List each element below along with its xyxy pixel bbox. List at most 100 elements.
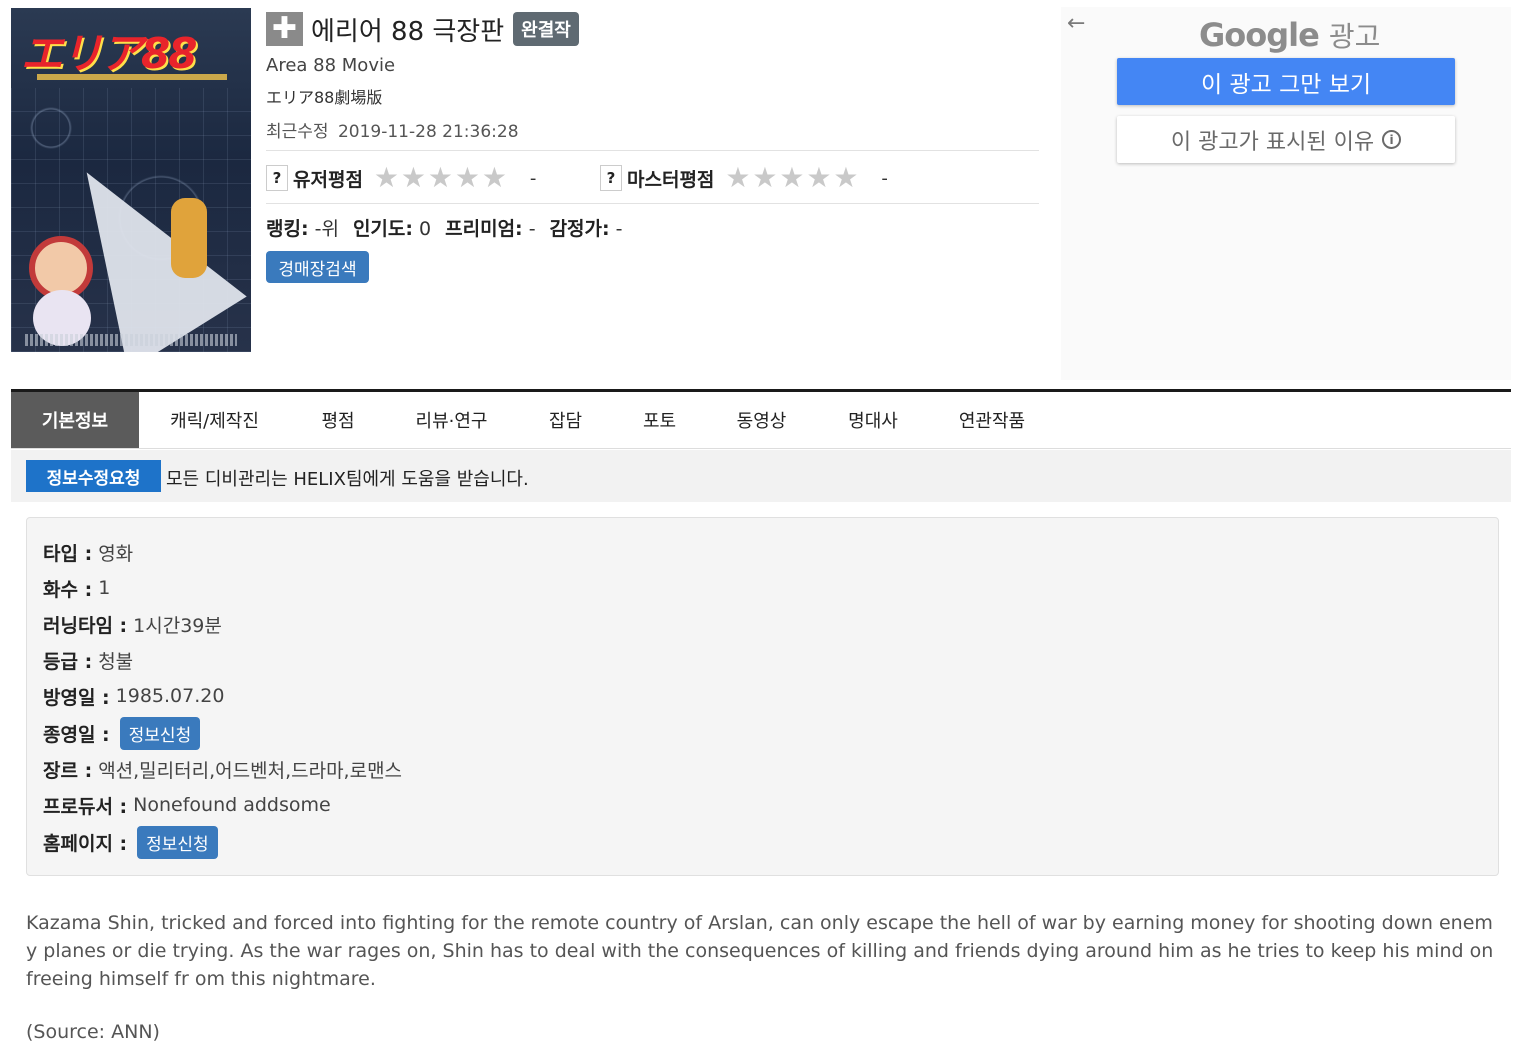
ad-panel: ← Google 광고 이 광고 그만 보기 이 광고가 표시된 이유 i [1061,7,1511,380]
popularity-stat: 인기도: 0 [353,214,431,241]
info-row-producer: 프로듀서 : Nonefound addsome [43,789,331,821]
producer-label: 프로듀서 : [43,795,128,818]
divider [266,150,1039,151]
ended-info-request-button[interactable]: 정보신청 [119,716,201,750]
tab-bar: 기본정보 캐릭/제작진 평점 리뷰·연구 잡담 포토 동영상 명대사 연관작품 [11,392,1511,449]
poster-credits [25,334,237,346]
master-rating-help-button[interactable]: ? [600,165,622,191]
info-row-genre: 장르 : 액션,밀리터리,어드벤처,드라마,로맨스 [43,753,402,785]
appraisal-value: - [615,218,623,240]
info-row-homepage: 홈페이지 : 정보신청 [43,825,218,859]
premium-value: - [528,218,536,240]
info-panel: 타입 : 영화 화수 :1 러닝타임 :1시간39분 등급 : 청불 방영일 :19… [26,517,1499,876]
add-favorite-button[interactable]: ✚ [266,12,303,46]
master-rating-value: - [881,167,888,189]
tab-reviews[interactable]: 리뷰·연구 [386,392,517,448]
synopsis-source: (Source: ANN) [26,1021,160,1043]
type-label: 타입 : [43,542,93,565]
appraisal-label: 감정가: [549,218,610,240]
poster-logo: エリア88 [21,29,197,78]
edit-request-button[interactable]: 정보수정요청 [26,460,161,492]
why-this-ad-button[interactable]: 이 광고가 표시된 이유 i [1117,116,1455,163]
aired-value: 1985.07.20 [115,685,225,707]
master-rating-stars: ★ ★ ★ ★ ★ [724,164,859,192]
auction-search-button[interactable]: 경매장검색 [266,251,369,283]
homepage-info-request-button[interactable]: 정보신청 [137,825,218,859]
info-icon: i [1382,130,1402,149]
type-value: 영화 [98,542,134,565]
back-arrow-icon[interactable]: ← [1067,11,1085,36]
tab-videos[interactable]: 동영상 [705,392,818,448]
tab-related-works[interactable]: 연관작품 [928,392,1056,448]
tab-characters-staff[interactable]: 캐릭/제작진 [139,392,290,448]
tab-ratings[interactable]: 평점 [290,392,386,448]
episodes-label: 화수 : [43,578,93,601]
user-rating-label: 유저평점 [293,168,363,191]
star-icon: ★ [454,161,480,194]
info-row-type: 타입 : 영화 [43,536,133,568]
star-icon: ★ [779,161,805,194]
star-icon: ★ [373,161,399,194]
divider [266,203,1039,204]
poster-image[interactable]: エリア88 [11,8,251,352]
genre-value: 액션,밀리터리,어드벤처,드라마,로맨스 [98,759,403,782]
notice-bar: 정보수정요청 모든 디비관리는 HELIX팀에게 도움을 받습니다. [11,450,1511,502]
user-rating-stars[interactable]: ★ ★ ★ ★ ★ [373,164,508,192]
aired-label: 방영일 : [43,686,110,709]
why-this-ad-label: 이 광고가 표시된 이유 [1170,129,1375,155]
star-icon: ★ [833,161,859,194]
status-badge: 완결작 [513,12,579,46]
ad-brand: Google 광고 [1199,15,1380,55]
alternate-title: Area 88 Movie [266,55,396,76]
title-row: ✚ 에리어 88 극장판 완결작 [266,10,579,48]
episodes-value: 1 [98,577,111,599]
poster-subtitle-strip [37,74,227,80]
ranking-value: -위 [314,218,339,240]
user-rating-help-button[interactable]: ? [266,165,288,191]
tab-chat[interactable]: 잡담 [517,392,614,448]
star-icon: ★ [481,161,507,194]
stats-row: 랭킹: -위 인기도: 0 프리미엄: - 감정가: - [266,214,623,241]
runtime-label: 러닝타임 : [43,614,128,637]
star-icon: ★ [427,161,453,194]
info-row-rating: 등급 : 청불 [43,644,133,676]
ranking-label: 랭킹: [266,218,309,240]
age-rating-value: 청불 [98,650,134,673]
ended-label: 종영일 : [43,723,110,746]
popularity-value: 0 [419,218,432,240]
last-updated-label: 최근수정 [266,122,329,142]
age-rating-label: 등급 : [43,650,93,673]
appraisal-stat: 감정가: - [550,214,623,241]
info-row-ended: 종영일 : 정보신청 [43,716,201,750]
synopsis: Kazama Shin, tricked and forced into fig… [26,912,1494,990]
homepage-label: 홈페이지 : [43,832,128,855]
notice-text: 모든 디비관리는 HELIX팀에게 도움을 받습니다. [166,469,529,490]
info-row-episodes: 화수 :1 [43,572,110,604]
tab-basic-info[interactable]: 기본정보 [11,392,139,448]
master-rating: ? 마스터평점 ★ ★ ★ ★ ★ - [600,163,888,193]
google-logo: Google [1199,16,1320,54]
premium-stat: 프리미엄: - [445,214,535,241]
info-row-runtime: 러닝타임 :1시간39분 [43,608,222,640]
star-icon: ★ [806,161,832,194]
ranking-stat: 랭킹: -위 [266,214,339,241]
popularity-label: 인기도: [352,218,413,240]
runtime-value: 1시간39분 [133,614,222,637]
tab-photos[interactable]: 포토 [614,392,705,448]
user-rating: ? 유저평점 ★ ★ ★ ★ ★ - [266,163,536,193]
premium-label: 프리미엄: [445,218,523,240]
last-updated: 최근수정 2019-11-28 21:36:28 [266,117,519,142]
japanese-title: エリア88劇場版 [266,88,383,107]
stop-ad-button[interactable]: 이 광고 그만 보기 [1117,58,1455,105]
genre-label: 장르 : [43,759,93,782]
last-updated-value: 2019-11-28 21:36:28 [337,122,519,142]
star-icon: ★ [400,161,426,194]
producer-value: Nonefound addsome [133,794,331,816]
star-icon: ★ [725,161,751,194]
poster-pilot [171,198,207,278]
tab-quotes[interactable]: 명대사 [818,392,928,448]
star-icon: ★ [752,161,778,194]
ad-word: 광고 [1328,20,1381,53]
page-title: 에리어 88 극장판 [311,16,505,47]
user-rating-value: - [529,167,537,189]
